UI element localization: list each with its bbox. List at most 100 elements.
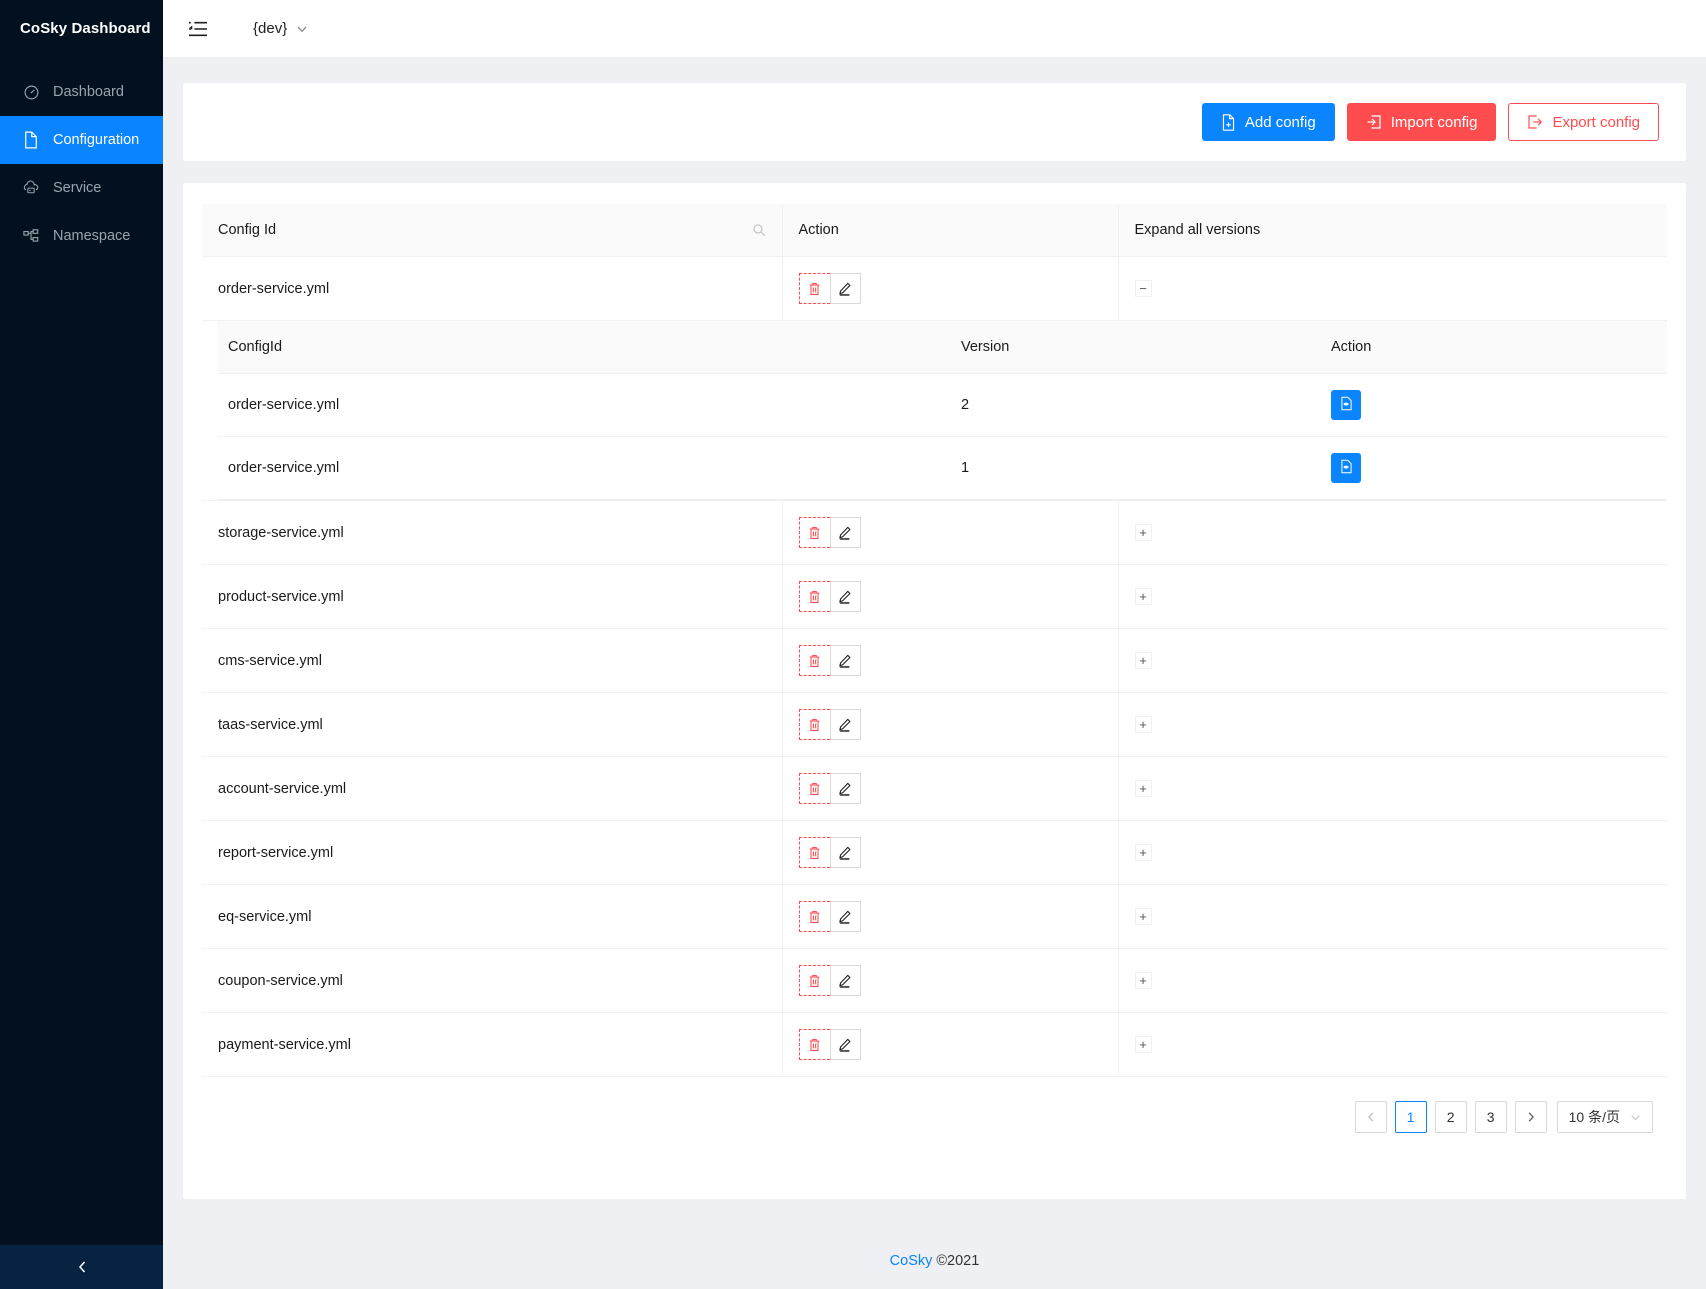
pagination-page-3[interactable]: 3 (1474, 1101, 1507, 1133)
page-size-selector[interactable]: 10 条/页 (1556, 1101, 1653, 1133)
footer-copyright: ©2021 (936, 1253, 980, 1269)
delete-button[interactable] (798, 517, 830, 548)
row-action-group (798, 1029, 861, 1060)
edit-button[interactable] (829, 581, 861, 612)
table-row[interactable]: order-service.yml − (202, 256, 1667, 321)
cell-action (782, 884, 1119, 949)
pagination: 1 2 3 10 条/页 (202, 1101, 1667, 1133)
cell-action (782, 564, 1119, 629)
table-row[interactable]: taas-service.yml + (202, 692, 1667, 757)
cell-expand: − (1118, 256, 1667, 321)
pagination-page-2[interactable]: 2 (1434, 1101, 1467, 1133)
cell-config-id: report-service.yml (202, 820, 783, 885)
row-action-group (798, 645, 861, 676)
version-cell-version: 2 (951, 373, 1321, 437)
table-row[interactable]: eq-service.yml + (202, 884, 1667, 949)
menu-fold-icon[interactable] (185, 16, 211, 42)
expand-row-button[interactable]: + (1134, 1036, 1152, 1053)
delete-button[interactable] (798, 773, 830, 804)
main-area: {dev} Add config Import config Export co… (163, 0, 1706, 1289)
cell-config-id: account-service.yml (202, 756, 783, 821)
delete-button[interactable] (798, 581, 830, 612)
sidebar: CoSky Dashboard Dashboard Configuration (0, 0, 163, 1289)
version-column-header-version: Version (951, 321, 1321, 374)
add-config-button[interactable]: Add config (1201, 103, 1335, 141)
search-icon[interactable] (752, 223, 766, 237)
row-action-group (798, 709, 861, 740)
edit-button[interactable] (829, 709, 861, 740)
version-row[interactable]: order-service.yml 1 (218, 436, 1667, 500)
cell-expand: + (1118, 1012, 1667, 1077)
row-action-group (798, 837, 861, 868)
config-table-body: order-service.yml − ConfigId Version Act… (202, 256, 1667, 1077)
pagination-next-button[interactable] (1514, 1101, 1547, 1133)
expand-row-button[interactable]: + (1134, 780, 1152, 797)
edit-button[interactable] (829, 273, 861, 304)
edit-button[interactable] (829, 645, 861, 676)
row-action-group (798, 965, 861, 996)
table-row[interactable]: product-service.yml + (202, 564, 1667, 629)
version-row[interactable]: order-service.yml 2 (218, 373, 1667, 437)
import-config-button[interactable]: Import config (1346, 103, 1497, 141)
table-row[interactable]: report-service.yml + (202, 820, 1667, 885)
sidebar-item-configuration[interactable]: Configuration (0, 116, 163, 164)
delete-button[interactable] (798, 1029, 830, 1060)
version-cell-action (1321, 436, 1667, 500)
expand-row-button[interactable]: + (1134, 652, 1152, 669)
import-config-label: Import config (1390, 113, 1478, 131)
delete-button[interactable] (798, 645, 830, 676)
edit-button[interactable] (829, 965, 861, 996)
cell-config-id: cms-service.yml (202, 628, 783, 693)
footer-link[interactable]: CoSky (890, 1253, 933, 1269)
table-row[interactable]: account-service.yml + (202, 756, 1667, 821)
cell-config-id: coupon-service.yml (202, 948, 783, 1013)
edit-button[interactable] (829, 517, 861, 548)
table-row[interactable]: cms-service.yml + (202, 628, 1667, 693)
expand-row-button[interactable]: + (1134, 844, 1152, 861)
table-row[interactable]: payment-service.yml + (202, 1012, 1667, 1077)
namespace-selector[interactable]: {dev} (253, 20, 308, 37)
delete-button[interactable] (798, 837, 830, 868)
cell-config-id: taas-service.yml (202, 692, 783, 757)
table-row[interactable]: coupon-service.yml + (202, 948, 1667, 1013)
edit-button[interactable] (829, 773, 861, 804)
chevron-down-icon (1630, 1112, 1641, 1123)
version-column-header-action: Action (1321, 321, 1667, 374)
pagination-page-1[interactable]: 1 (1394, 1101, 1427, 1133)
table-header-row: Config Id Action Expand all versions (202, 204, 1667, 257)
cloud-server-icon (22, 179, 40, 197)
pagination-prev-button[interactable] (1354, 1101, 1387, 1133)
edit-button[interactable] (829, 837, 861, 868)
cell-expand: + (1118, 948, 1667, 1013)
edit-button[interactable] (829, 1029, 861, 1060)
delete-button[interactable] (798, 273, 830, 304)
view-version-button[interactable] (1331, 390, 1361, 420)
edit-button[interactable] (829, 901, 861, 932)
sidebar-collapse-button[interactable] (0, 1245, 163, 1289)
view-version-button[interactable] (1331, 453, 1361, 483)
expand-row-button[interactable]: + (1134, 716, 1152, 733)
cell-action (782, 628, 1119, 693)
collapse-row-button[interactable]: − (1134, 280, 1152, 297)
cell-expand: + (1118, 884, 1667, 949)
sidebar-item-dashboard[interactable]: Dashboard (0, 68, 163, 116)
table-row[interactable]: storage-service.yml + (202, 500, 1667, 565)
expand-row-button[interactable]: + (1134, 908, 1152, 925)
row-action-group (798, 901, 861, 932)
expand-row-button[interactable]: + (1134, 524, 1152, 541)
expand-row-button[interactable]: + (1134, 588, 1152, 605)
sidebar-item-service[interactable]: Service (0, 164, 163, 212)
toolbar: Add config Import config Export config (183, 83, 1686, 161)
version-table: ConfigId Version Action order-service.ym (218, 321, 1667, 500)
brand-title: CoSky Dashboard (20, 20, 151, 37)
delete-button[interactable] (798, 965, 830, 996)
footer: CoSky ©2021 (163, 1233, 1706, 1289)
cell-config-id: order-service.yml (202, 256, 783, 321)
cell-action (782, 756, 1119, 821)
sidebar-item-namespace[interactable]: Namespace (0, 212, 163, 260)
version-table-head: ConfigId Version Action (218, 321, 1667, 374)
delete-button[interactable] (798, 901, 830, 932)
export-config-button[interactable]: Export config (1508, 103, 1659, 141)
expand-row-button[interactable]: + (1134, 972, 1152, 989)
delete-button[interactable] (798, 709, 830, 740)
